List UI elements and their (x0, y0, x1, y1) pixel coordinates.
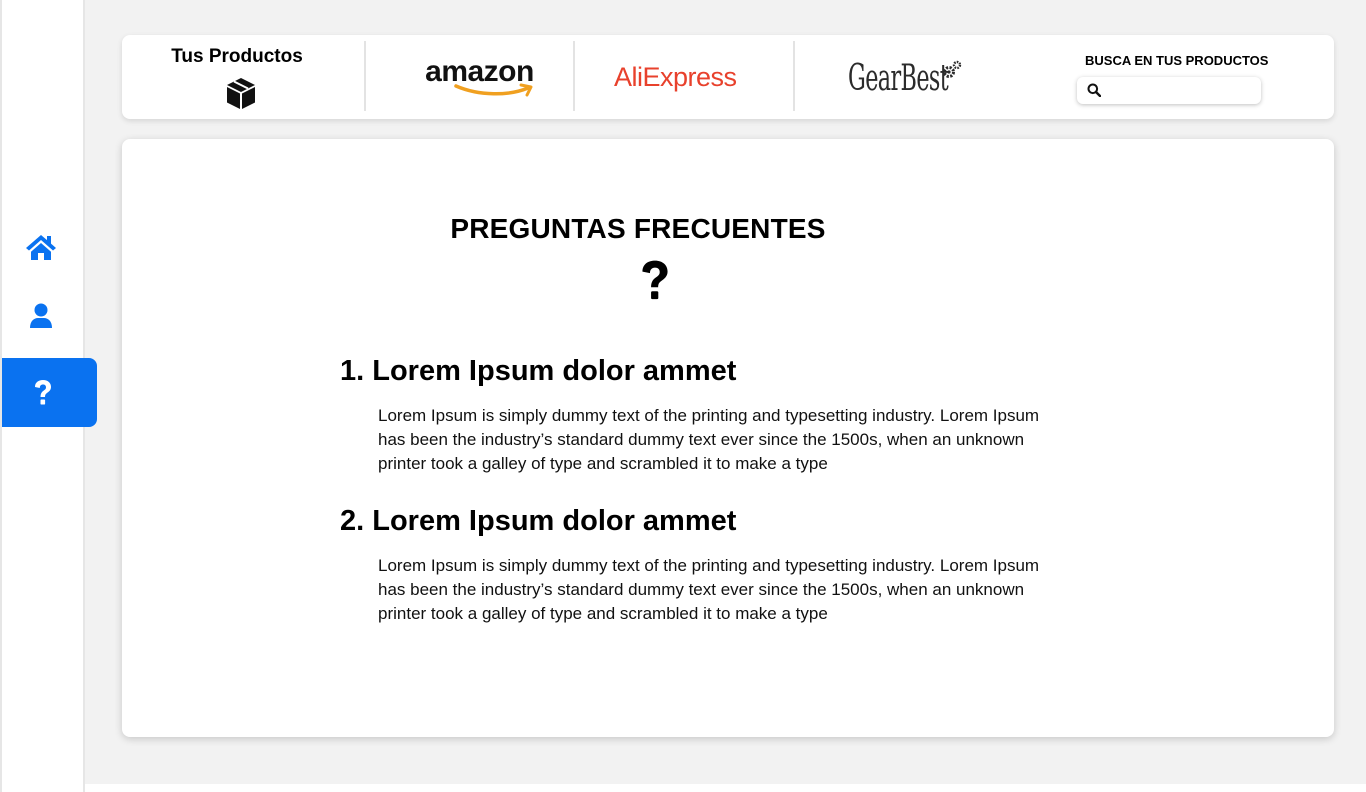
divider (573, 41, 575, 111)
faq-question-heading[interactable]: 1. Lorem Ipsum dolor ammet (340, 355, 736, 388)
box-icon[interactable] (226, 77, 256, 115)
page-title: PREGUNTAS FRECUENTES (450, 213, 826, 244)
faq-answer-text: Lorem Ipsum is simply dummy text of the … (378, 406, 1040, 473)
search-icon[interactable] (1087, 83, 1101, 97)
faq-question-heading[interactable]: 2. Lorem Ipsum dolor ammet (340, 505, 736, 538)
sidebar-item-profile[interactable] (2, 286, 87, 346)
sidebar-item-home[interactable] (2, 217, 87, 277)
question-icon (638, 259, 672, 308)
sidebar-item-faq[interactable] (2, 358, 97, 427)
products-title[interactable]: Tus Productos (162, 46, 312, 68)
divider (793, 41, 795, 111)
user-icon (29, 303, 52, 328)
gearbest-logo: GearBest (848, 57, 949, 99)
divider (364, 41, 366, 111)
store-bar: Tus Productos amazon AliExpress GearBest… (122, 35, 1334, 119)
search-label: BUSCA EN TUS PRODUCTOS (1085, 53, 1269, 68)
search-input[interactable] (1107, 80, 1255, 101)
aliexpress-logo: AliExpress (614, 61, 737, 92)
home-icon (25, 235, 56, 260)
faq-answer-text: Lorem Ipsum is simply dummy text of the … (378, 556, 1040, 623)
faq-card: PREGUNTAS FRECUENTES 1. Lorem Ipsum dolo… (122, 139, 1334, 737)
bottom-strip (85, 784, 1366, 792)
amazon-smile-icon (453, 83, 532, 97)
search-box[interactable] (1077, 77, 1261, 104)
store-aliexpress[interactable]: AliExpress (614, 57, 737, 97)
store-gearbest[interactable]: GearBest (848, 53, 962, 103)
question-icon (34, 379, 51, 404)
sidebar (0, 0, 97, 792)
store-amazon[interactable]: amazon (412, 55, 547, 99)
